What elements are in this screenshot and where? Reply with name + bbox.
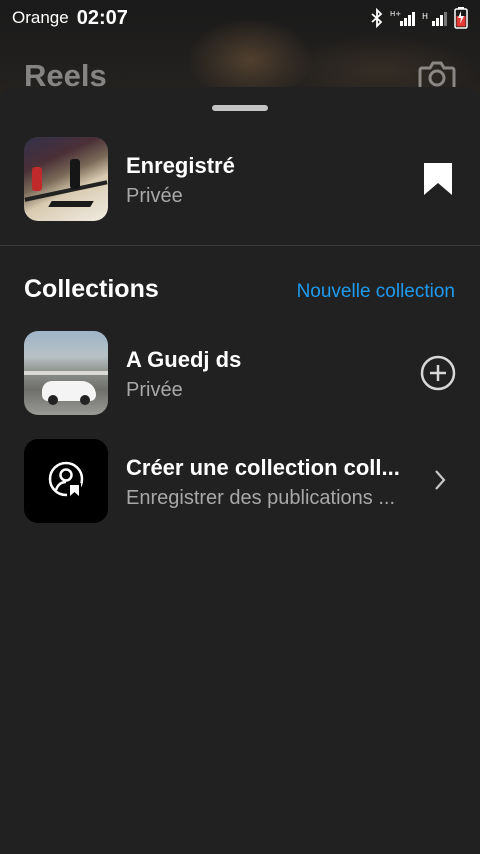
new-collection-button[interactable]: Nouvelle collection — [297, 281, 455, 303]
add-to-collection-icon[interactable] — [420, 355, 456, 396]
sheet-grabber[interactable] — [212, 105, 268, 111]
chevron-right-icon[interactable] — [434, 469, 446, 496]
clock: 02:07 — [76, 6, 128, 29]
collections-heading: Collections — [24, 275, 159, 303]
collection-subtitle: Privée — [126, 379, 183, 401]
signal-strength-1-icon: H+ — [390, 9, 416, 27]
collection-title: A Guedj ds — [126, 347, 242, 372]
shared-collection-thumbnail — [24, 439, 108, 523]
status-bar: Orange 02:07 H+ H — [0, 0, 480, 36]
svg-text:H+: H+ — [390, 10, 401, 18]
bluetooth-icon — [370, 8, 384, 28]
saved-thumbnail — [24, 137, 108, 221]
carrier-name: Orange — [12, 8, 69, 27]
svg-text:H: H — [422, 12, 428, 21]
save-bottom-sheet: Enregistré Privée Collections Nouvelle c… — [0, 87, 480, 854]
saved-title: Enregistré — [126, 153, 235, 178]
create-shared-collection-row[interactable]: Créer une collection coll... Enregistrer… — [0, 439, 480, 523]
saved-collection-row[interactable]: Enregistré Privée — [0, 137, 480, 221]
user-bookmark-icon — [46, 459, 86, 504]
collection-thumbnail — [24, 331, 108, 415]
section-divider — [0, 245, 480, 246]
status-icons: H+ H — [370, 7, 468, 29]
create-collection-subtitle: Enregistrer des publications ... — [126, 487, 396, 509]
signal-strength-2-icon: H — [422, 9, 448, 27]
battery-icon — [454, 7, 468, 29]
collection-row[interactable]: A Guedj ds Privée — [0, 331, 480, 415]
saved-subtitle: Privée — [126, 185, 183, 207]
bookmark-icon[interactable] — [424, 163, 452, 200]
create-collection-title: Créer une collection coll... — [126, 455, 400, 480]
